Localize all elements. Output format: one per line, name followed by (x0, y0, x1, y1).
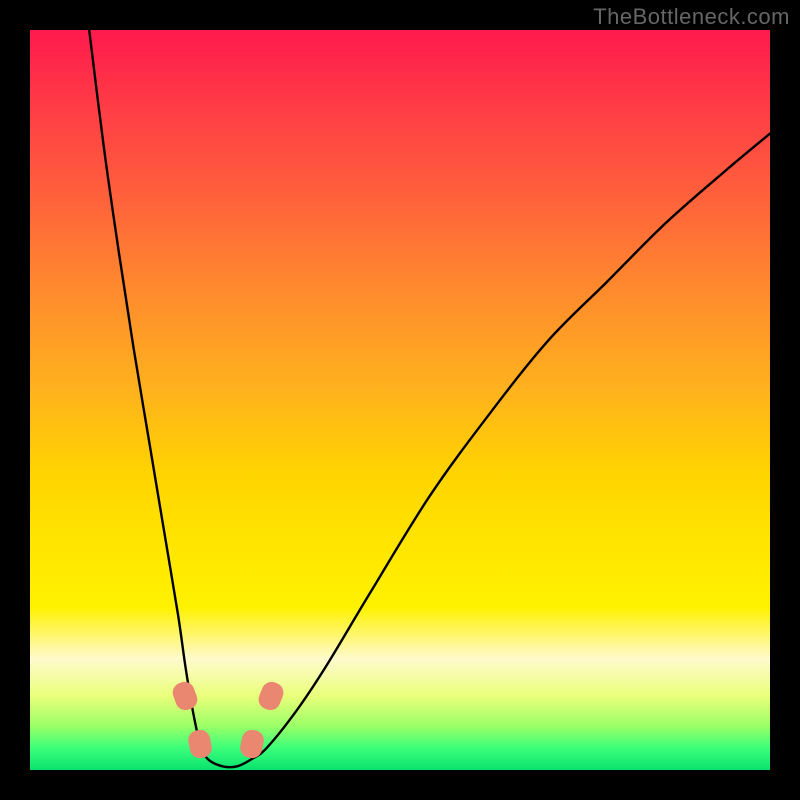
watermark-label: TheBottleneck.com (593, 4, 790, 30)
curve-svg (30, 30, 770, 770)
plot-area (30, 30, 770, 770)
chart-stage: TheBottleneck.com (0, 0, 800, 800)
bottleneck-curve (89, 30, 770, 767)
